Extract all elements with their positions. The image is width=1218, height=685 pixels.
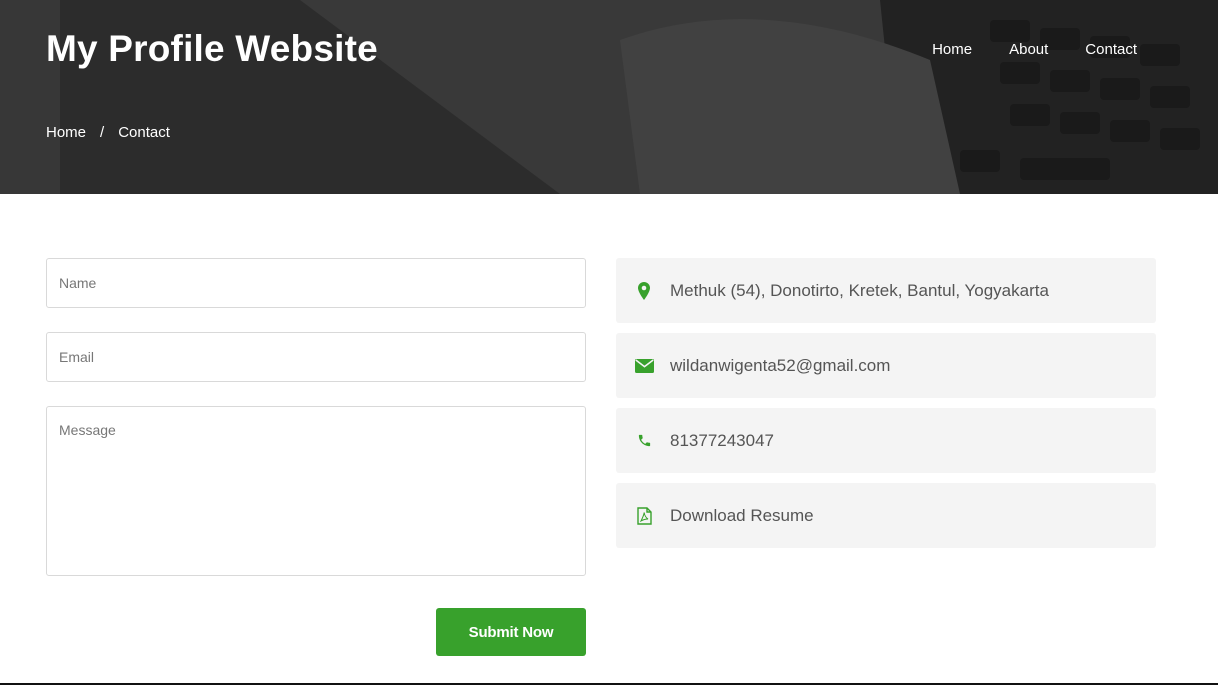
breadcrumb: Home / Contact [46,124,170,141]
nav-about-link[interactable]: About [1009,41,1048,58]
phone-icon [634,431,654,451]
breadcrumb-current: Contact [118,124,170,141]
main-nav: Home About Contact [932,41,1137,58]
download-resume-link[interactable]: Download Resume [670,506,814,526]
email-text[interactable]: wildanwigenta52@gmail.com [670,356,890,376]
address-info-card: Methuk (54), Donotirto, Kretek, Bantul, … [616,258,1156,323]
hero-banner: My Profile Website Home About Contact Ho… [0,0,1218,194]
address-text: Methuk (54), Donotirto, Kretek, Bantul, … [670,280,1049,300]
site-title[interactable]: My Profile Website [46,28,378,70]
envelope-icon [634,356,654,376]
nav-contact-link[interactable]: Contact [1085,41,1137,58]
breadcrumb-home-link[interactable]: Home [46,124,86,141]
nav-home-link[interactable]: Home [932,41,972,58]
pdf-file-icon [634,506,654,526]
phone-info-card: 81377243047 [616,408,1156,473]
breadcrumb-separator: / [100,124,105,141]
name-input[interactable] [46,258,586,308]
resume-info-card[interactable]: Download Resume [616,483,1156,548]
email-info-card: wildanwigenta52@gmail.com [616,333,1156,398]
map-marker-icon [634,281,654,301]
email-input[interactable] [46,332,586,382]
message-textarea[interactable] [46,406,586,576]
submit-button[interactable]: Submit Now [436,608,586,656]
phone-text[interactable]: 81377243047 [670,431,774,451]
